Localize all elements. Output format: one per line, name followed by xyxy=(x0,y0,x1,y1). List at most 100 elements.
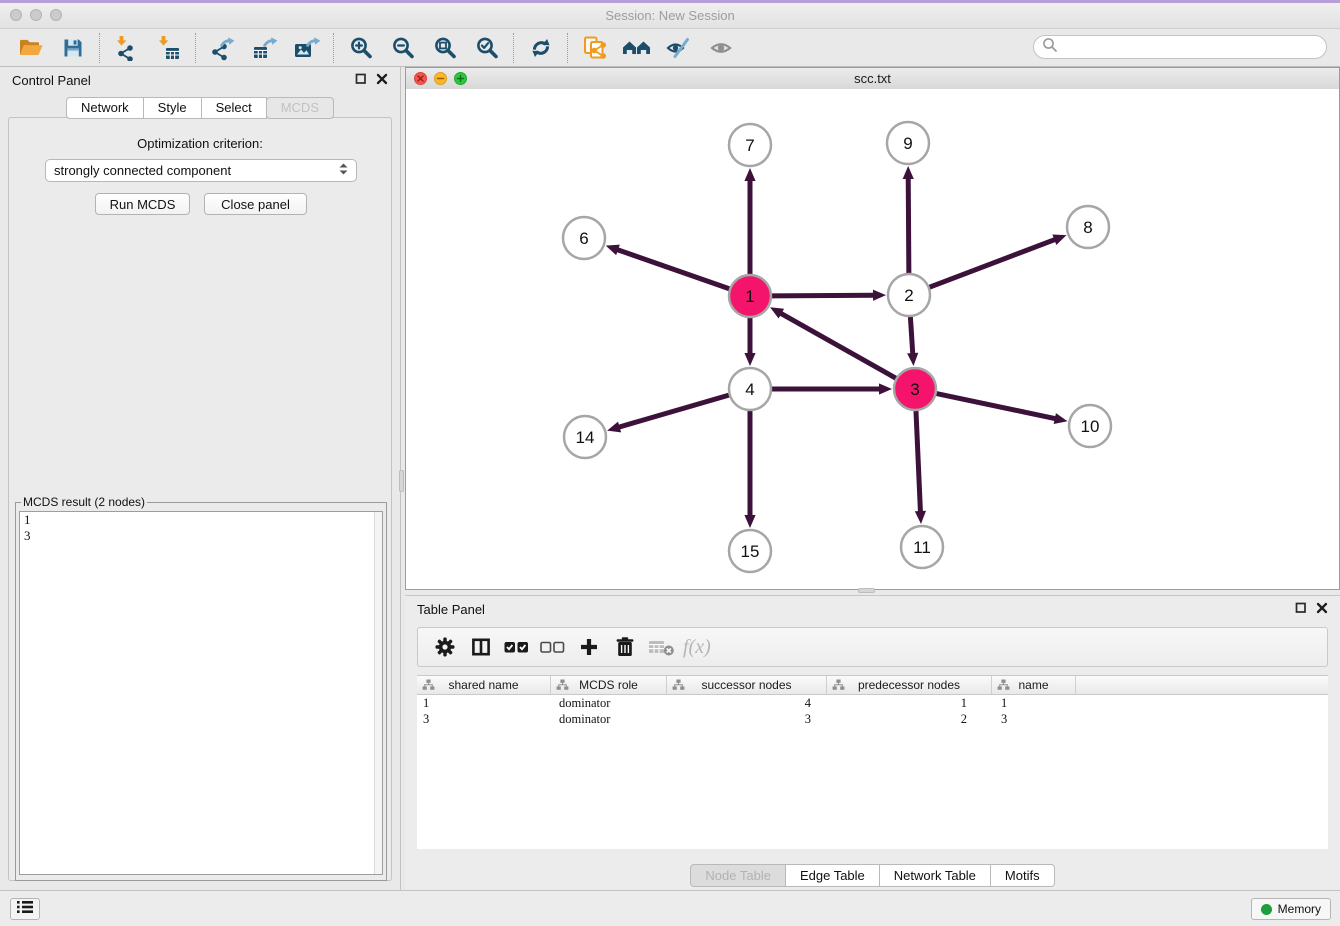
table-cell-predecessor-nodes[interactable]: 2 xyxy=(827,711,992,727)
graph-svg[interactable]: 7 9 6 8 1 2 4 3 14 10 15 11 xyxy=(406,89,1339,589)
graph-edge-3-10[interactable] xyxy=(937,394,1068,424)
table-cell-shared-name[interactable]: 3 xyxy=(417,711,551,727)
column-header-successor-nodes[interactable]: successor nodes xyxy=(667,676,827,694)
close-panel-button[interactable]: Close panel xyxy=(204,193,307,215)
table-panel-title: Table Panel xyxy=(417,602,485,617)
result-scrollbar[interactable] xyxy=(374,512,382,874)
tab-network[interactable]: Network xyxy=(66,97,144,119)
control-panel-float-icon[interactable] xyxy=(355,73,367,85)
graph-edge-4-15[interactable] xyxy=(744,411,755,528)
optimization-criterion-select[interactable]: strongly connected component xyxy=(45,159,357,182)
search-box[interactable] xyxy=(1033,35,1327,59)
home-pair-icon[interactable] xyxy=(616,32,658,64)
column-header-label: MCDS role xyxy=(579,678,638,692)
graph-edge-1-4[interactable] xyxy=(744,318,755,366)
graph-node-label: 9 xyxy=(903,134,912,153)
column-header-filler xyxy=(1076,676,1328,694)
search-input[interactable] xyxy=(1063,38,1318,56)
titlebar: Session: New Session xyxy=(0,3,1340,29)
open-file-icon[interactable] xyxy=(10,32,52,64)
export-image-icon[interactable] xyxy=(286,32,328,64)
zoom-fit-icon[interactable] xyxy=(424,32,466,64)
add-column-icon[interactable] xyxy=(572,632,606,662)
graph-edge-2-8[interactable] xyxy=(930,235,1067,288)
vertical-splitter-grip[interactable] xyxy=(399,470,404,492)
column-header-label: name xyxy=(1018,678,1048,692)
task-history-button[interactable] xyxy=(10,898,40,920)
table-row[interactable]: 3dominator323 xyxy=(417,711,1328,727)
graph-edge-4-3[interactable] xyxy=(772,383,892,394)
column-header-name[interactable]: name xyxy=(992,676,1076,694)
table-panel: Table Panel f(x) shared name MCDS role suc… xyxy=(405,595,1340,890)
graph-edge-4-14[interactable] xyxy=(607,395,729,432)
refresh-layout-icon[interactable] xyxy=(520,32,562,64)
table-cell-predecessor-nodes[interactable]: 1 xyxy=(827,695,992,711)
import-table-icon[interactable] xyxy=(148,32,190,64)
graph-edge-3-11[interactable] xyxy=(915,411,926,524)
network-window-titlebar[interactable]: scc.txt xyxy=(406,68,1339,90)
table-cell-name[interactable]: 1 xyxy=(992,695,1076,711)
table-cell-successor-nodes[interactable]: 3 xyxy=(667,711,827,727)
eye-slash-icon[interactable] xyxy=(658,32,700,64)
import-network-icon[interactable] xyxy=(106,32,148,64)
tab-mcds[interactable]: MCDS xyxy=(266,97,334,119)
delete-column-icon[interactable] xyxy=(608,632,642,662)
graph-node-6[interactable]: 6 xyxy=(563,217,605,259)
control-panel-close-icon[interactable] xyxy=(376,73,388,85)
table-cell-shared-name[interactable]: 1 xyxy=(417,695,551,711)
graph-edge-1-7[interactable] xyxy=(744,168,755,274)
tab-motifs[interactable]: Motifs xyxy=(990,864,1055,887)
graph-edge-1-2[interactable] xyxy=(772,290,886,301)
mcds-result-text[interactable]: 13 xyxy=(19,511,383,875)
duplicate-network-icon[interactable] xyxy=(574,32,616,64)
graph-edge-3-1[interactable] xyxy=(770,307,896,378)
column-header-mcds-role[interactable]: MCDS role xyxy=(551,676,667,694)
graph-node-15[interactable]: 15 xyxy=(729,530,771,572)
column-header-shared-name[interactable]: shared name xyxy=(417,676,551,694)
graph-node-label: 15 xyxy=(741,542,760,561)
graph-node-4[interactable]: 4 xyxy=(729,368,771,410)
select-all-icon[interactable] xyxy=(500,632,534,662)
graph-node-2[interactable]: 2 xyxy=(888,274,930,316)
tab-style[interactable]: Style xyxy=(143,97,202,119)
graph-node-7[interactable]: 7 xyxy=(729,124,771,166)
graph-edge-1-6[interactable] xyxy=(606,245,730,289)
tab-node-table[interactable]: Node Table xyxy=(690,864,786,887)
table-cell-name[interactable]: 3 xyxy=(992,711,1076,727)
table-row[interactable]: 1dominator411 xyxy=(417,695,1328,711)
graph-node-10[interactable]: 10 xyxy=(1069,405,1111,447)
zoom-selected-icon[interactable] xyxy=(466,32,508,64)
save-session-icon[interactable] xyxy=(52,32,94,64)
table-panel-close-icon[interactable] xyxy=(1316,602,1328,614)
table-cell-successor-nodes[interactable]: 4 xyxy=(667,695,827,711)
column-layout-icon[interactable] xyxy=(464,632,498,662)
mcds-result-line: 3 xyxy=(20,528,382,544)
zoom-out-icon[interactable] xyxy=(382,32,424,64)
export-network-icon[interactable] xyxy=(202,32,244,64)
graph-edge-2-3[interactable] xyxy=(907,317,918,366)
table-panel-float-icon[interactable] xyxy=(1295,602,1307,614)
function-builder-icon: f(x) xyxy=(680,632,716,662)
export-table-icon[interactable] xyxy=(244,32,286,64)
settings-gear-icon[interactable] xyxy=(428,632,462,662)
graph-node-11[interactable]: 11 xyxy=(901,526,943,568)
graph-node-8[interactable]: 8 xyxy=(1067,206,1109,248)
network-canvas[interactable]: 7 9 6 8 1 2 4 3 14 10 15 11 xyxy=(406,89,1339,589)
table-cell-mcds-role[interactable]: dominator xyxy=(551,695,667,711)
tab-select[interactable]: Select xyxy=(201,97,267,119)
graph-node-9[interactable]: 9 xyxy=(887,122,929,164)
graph-node-3[interactable]: 3 xyxy=(894,368,936,410)
horizontal-splitter-grip[interactable] xyxy=(858,588,875,593)
column-header-predecessor-nodes[interactable]: predecessor nodes xyxy=(827,676,992,694)
graph-node-14[interactable]: 14 xyxy=(564,416,606,458)
tab-network-table[interactable]: Network Table xyxy=(879,864,991,887)
deselect-all-icon[interactable] xyxy=(536,632,570,662)
graph-node-1[interactable]: 1 xyxy=(729,275,771,317)
table-cell-mcds-role[interactable]: dominator xyxy=(551,711,667,727)
graph-edge-2-9[interactable] xyxy=(903,166,914,273)
run-mcds-button[interactable]: Run MCDS xyxy=(95,193,190,215)
tab-edge-table[interactable]: Edge Table xyxy=(785,864,880,887)
zoom-in-icon[interactable] xyxy=(340,32,382,64)
eye-icon[interactable] xyxy=(700,32,742,64)
memory-button[interactable]: Memory xyxy=(1251,898,1331,920)
